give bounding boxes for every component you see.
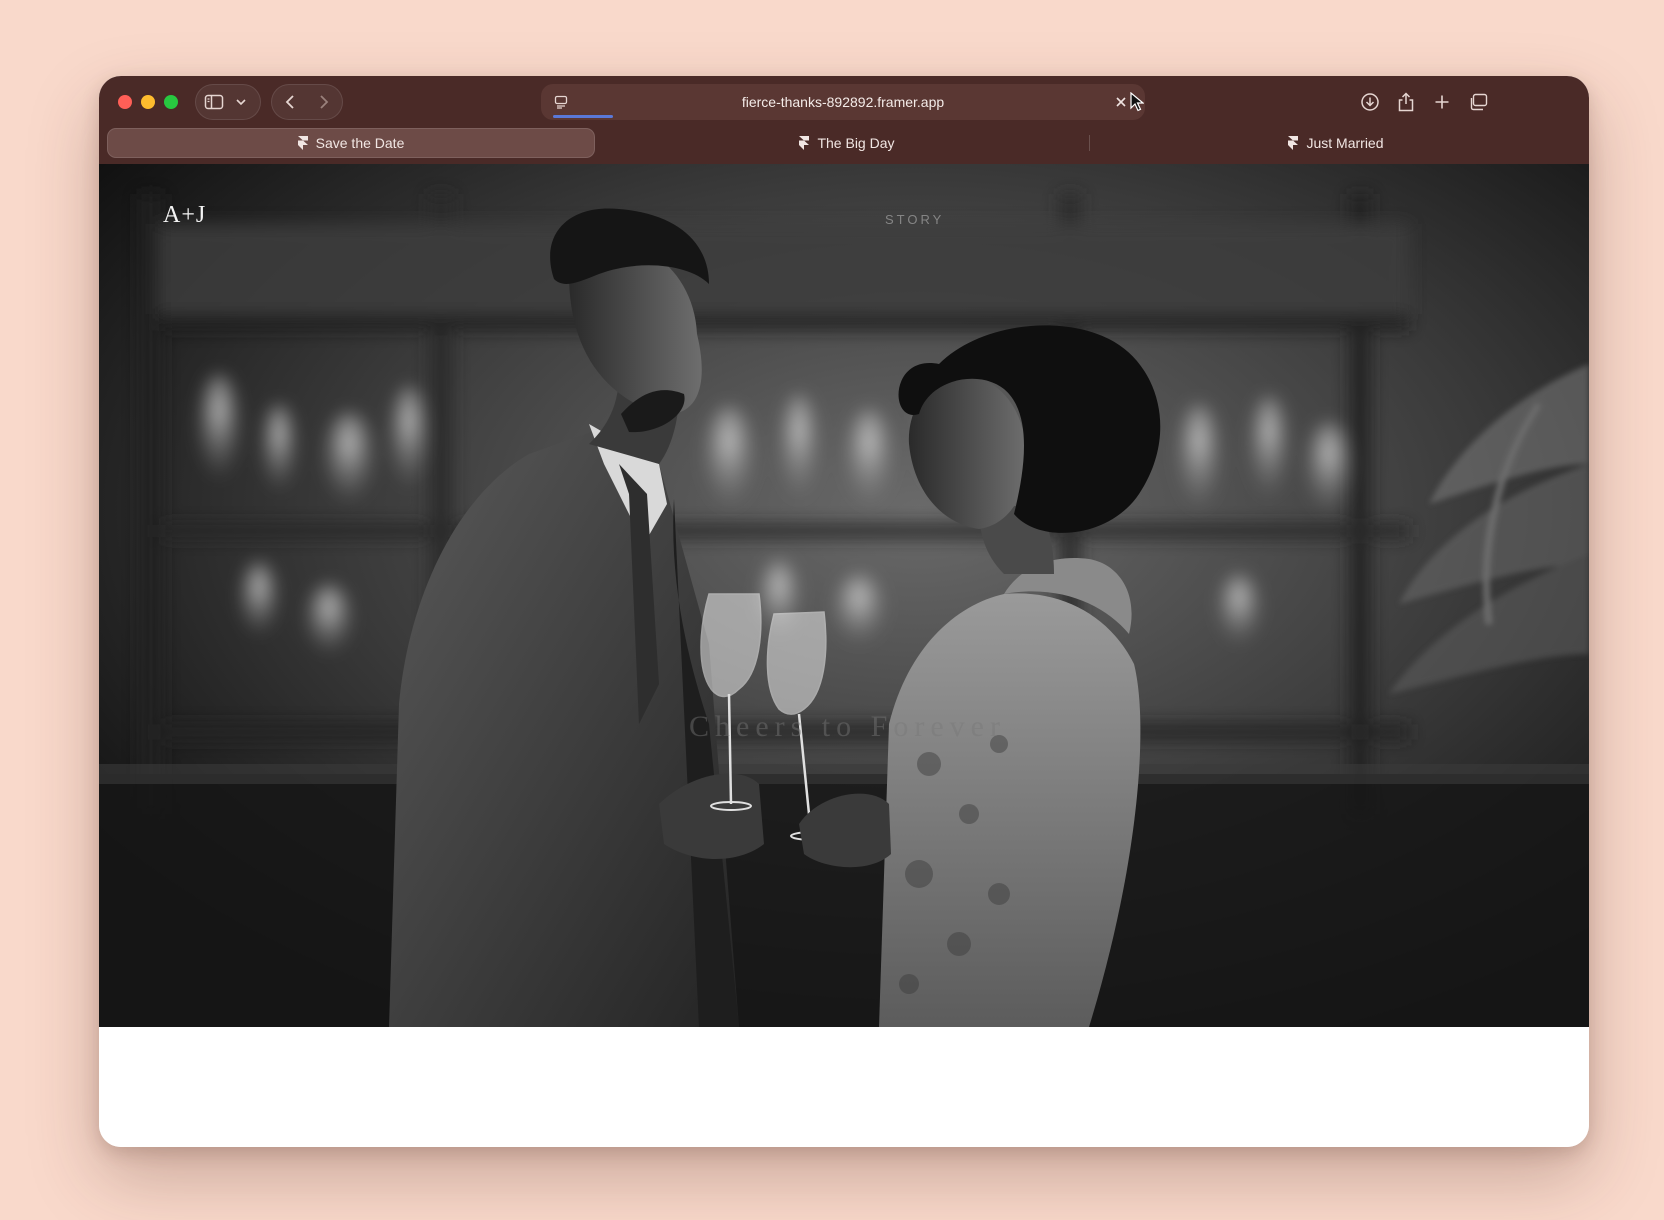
url-text: fierce-thanks-892892.framer.app: [741, 94, 945, 110]
page-content-area: [99, 1027, 1589, 1147]
hero-photo: A+J STORY Cheers to Forever: [99, 164, 1589, 1027]
tab-label: Save the Date: [315, 135, 405, 151]
browser-toolbar: fierce-thanks-892892.framer.app Save the…: [99, 76, 1589, 164]
share-icon: [1398, 92, 1414, 112]
tab-label: Just Married: [1306, 135, 1384, 151]
browser-window: fierce-thanks-892892.framer.app Save the…: [99, 76, 1589, 1147]
tab-label: The Big Day: [817, 135, 895, 151]
minimize-window-button[interactable]: [141, 95, 155, 109]
tab-separator: [1089, 135, 1090, 151]
forward-button[interactable]: [308, 84, 340, 120]
download-icon: [1361, 93, 1379, 111]
new-tab-button[interactable]: [1426, 84, 1458, 120]
tab-bar: Save the Date The Big Day Just Married: [107, 128, 1581, 158]
tab-the-big-day[interactable]: The Big Day: [602, 128, 1092, 158]
tab-save-the-date[interactable]: Save the Date: [107, 128, 595, 158]
sidebar-icon: [204, 94, 224, 110]
mouse-cursor: [1130, 92, 1144, 112]
zoom-window-button[interactable]: [164, 95, 178, 109]
downloads-button[interactable]: [1354, 84, 1386, 120]
close-window-button[interactable]: [118, 95, 132, 109]
framer-icon: [297, 136, 308, 150]
page-load-progress: [553, 115, 613, 118]
tabs-overview-icon: [1470, 93, 1488, 111]
plus-icon: [1435, 95, 1449, 109]
framer-icon: [1288, 136, 1299, 150]
share-button[interactable]: [1390, 84, 1422, 120]
couple-toast-photo: [99, 164, 1589, 1027]
site-logo[interactable]: A+J: [163, 202, 206, 229]
back-arrow-icon: [285, 95, 294, 109]
forward-arrow-icon: [320, 95, 329, 109]
chevron-down-icon: [236, 99, 246, 106]
framer-icon: [799, 136, 810, 150]
address-bar[interactable]: fierce-thanks-892892.framer.app: [541, 84, 1145, 120]
hero-headline: Cheers to Forever: [689, 710, 1006, 743]
sidebar-menu-button[interactable]: [227, 84, 255, 120]
tab-just-married[interactable]: Just Married: [1091, 128, 1581, 158]
close-icon: [1116, 97, 1126, 107]
tab-overview-button[interactable]: [1462, 84, 1494, 120]
sidebar-toggle-button[interactable]: [198, 84, 230, 120]
back-button[interactable]: [274, 84, 306, 120]
nav-story-link[interactable]: STORY: [885, 212, 944, 227]
